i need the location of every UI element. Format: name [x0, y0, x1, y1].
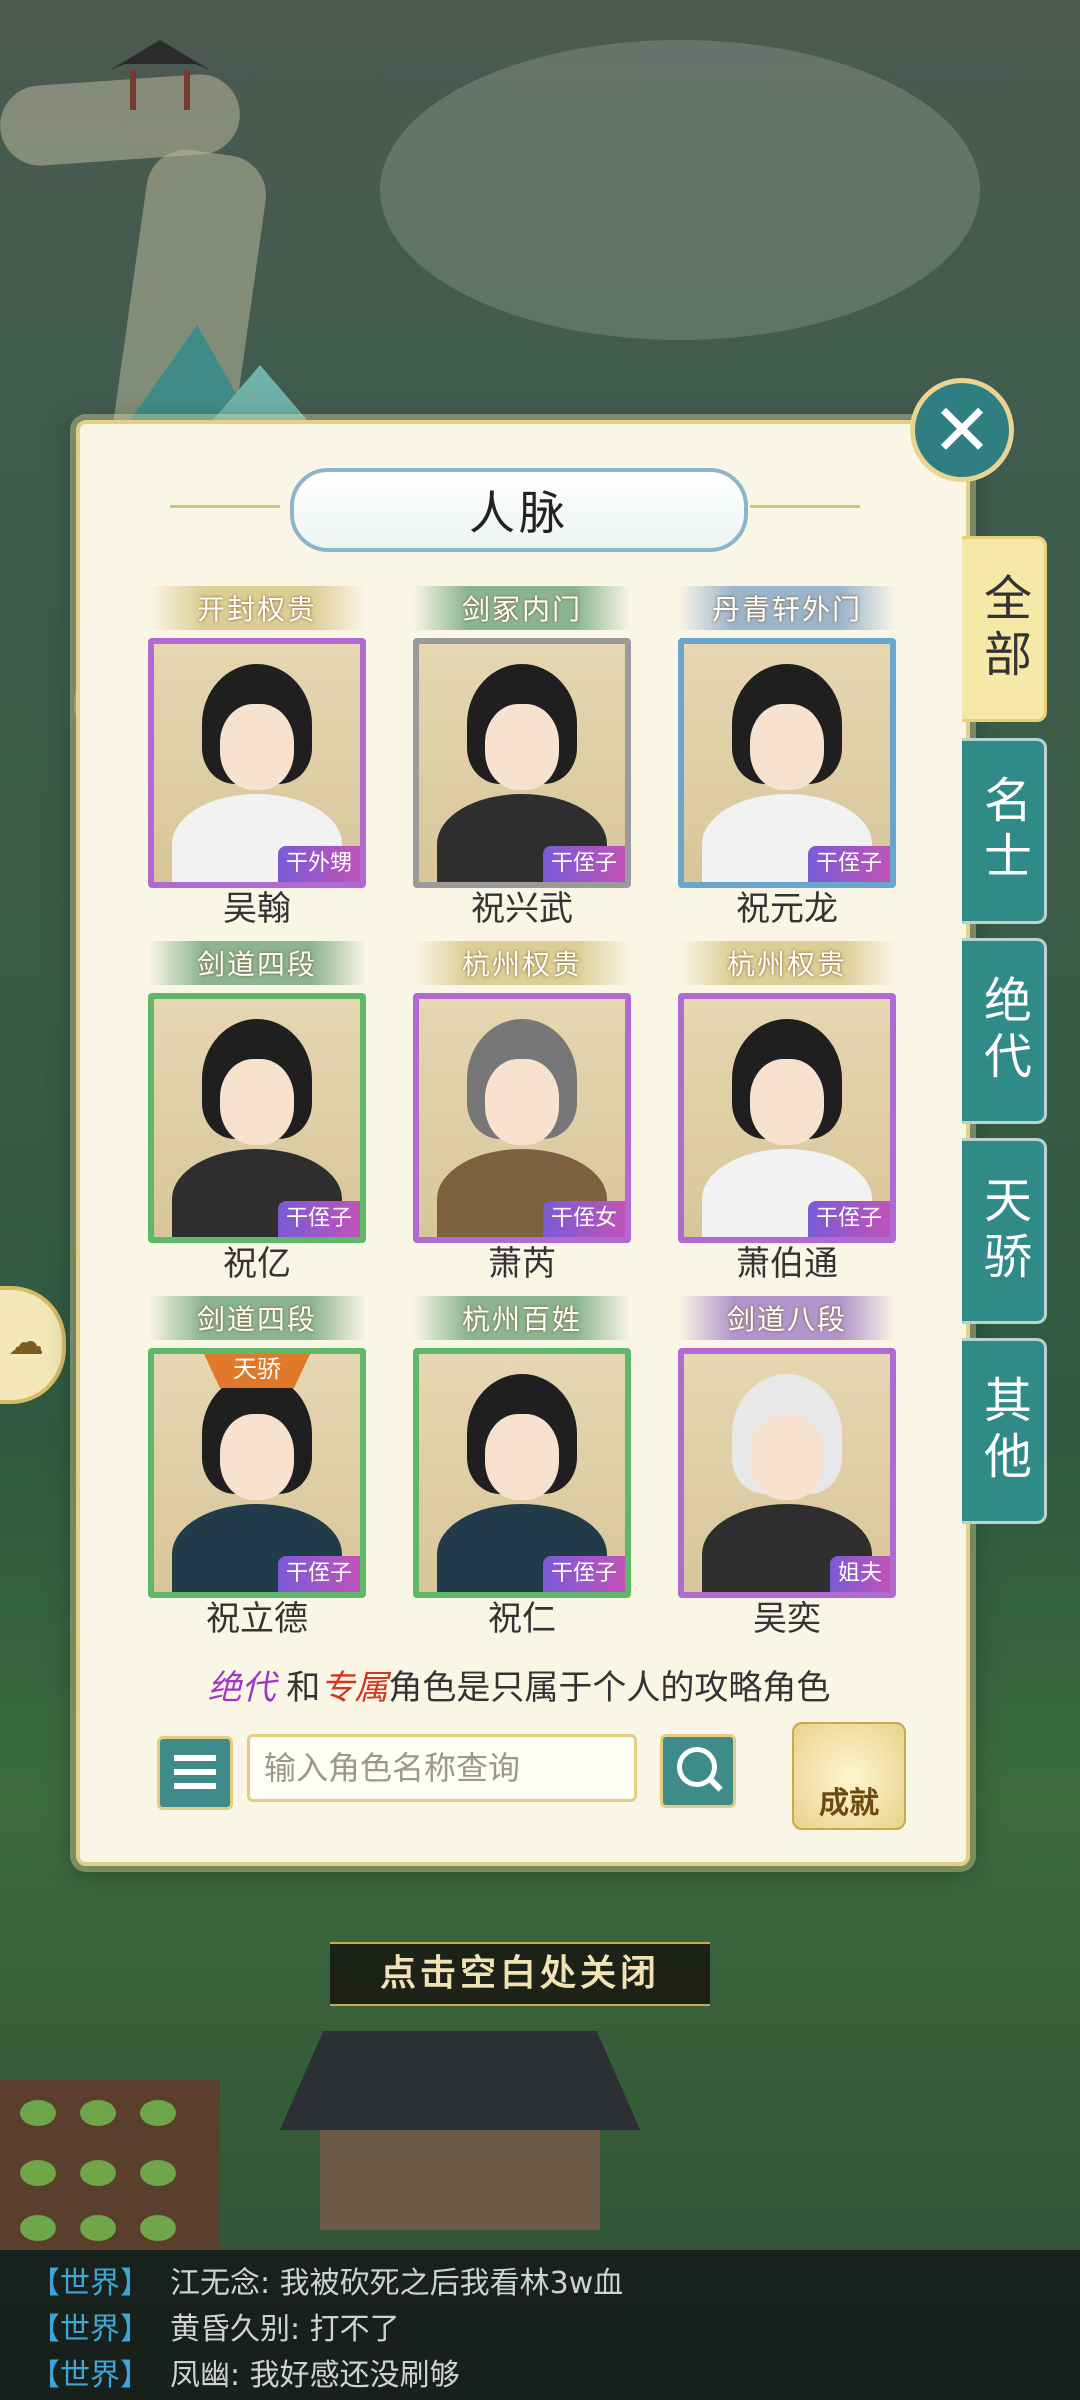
character-portrait: 干侄子	[148, 993, 366, 1243]
farm-plot	[0, 2080, 220, 2250]
relation-badge: 干侄子	[542, 846, 625, 882]
title-divider-right	[750, 505, 860, 508]
chat-icon: ☁	[8, 1322, 44, 1363]
house-building	[280, 2000, 640, 2230]
tab-peerless[interactable]: 绝代	[962, 938, 1047, 1124]
modal-title-plate: 人脉	[290, 468, 748, 552]
close-icon: ✕	[931, 388, 993, 472]
mountain-decoration	[90, 315, 330, 435]
tab-famous[interactable]: 名士	[962, 738, 1047, 924]
character-portrait: 天骄 干侄子	[148, 1348, 366, 1598]
character-tag: 剑道八段	[678, 1296, 896, 1340]
character-name: 萧伯通	[736, 1244, 838, 1284]
chat-text: 凤幽: 我好感还没刷够	[170, 2358, 460, 2393]
chat-channel: 【世界】	[30, 2358, 150, 2393]
list-icon	[174, 1783, 216, 1789]
tab-all[interactable]: 全部	[962, 536, 1047, 722]
relation-badge: 干侄女	[542, 1201, 625, 1237]
character-name: 吴翰	[223, 889, 291, 929]
character-tag: 丹青轩外门	[678, 586, 896, 630]
tab-label: 全部	[975, 573, 1031, 685]
relation-badge: 干外甥	[277, 846, 360, 882]
achievement-label: 成就	[819, 1786, 879, 1821]
character-tag: 杭州权贵	[413, 941, 631, 985]
tab-label: 其他	[975, 1375, 1031, 1487]
character-portrait: 干侄子	[413, 638, 631, 888]
world-chat-panel[interactable]: 【世界】 江无念: 我被砍死之后我看林3w血 【世界】 黄昏久别: 打不了 【世界】…	[0, 2250, 1080, 2400]
relation-badge: 干侄子	[807, 1201, 890, 1237]
achievement-button[interactable]: 成就	[792, 1722, 906, 1830]
character-name: 祝仁	[488, 1599, 556, 1639]
chat-line: 【世界】 凤幽: 我好感还没刷够	[30, 2350, 460, 2394]
character-name: 祝元龙	[736, 889, 838, 929]
modal-title: 人脉	[469, 486, 569, 540]
relation-badge: 干侄子	[277, 1201, 360, 1237]
role-note: 绝代 和专属角色是只属于个人的攻略角色	[76, 1660, 962, 1709]
note-and: 和	[286, 1668, 321, 1708]
chat-line: 【世界】 江无念: 我被砍死之后我看林3w血	[30, 2258, 623, 2302]
note-exclusive: 专属	[320, 1668, 389, 1708]
character-portrait: 干侄女	[413, 993, 631, 1243]
tab-label: 天骄	[975, 1175, 1031, 1287]
tab-label: 名士	[975, 775, 1031, 887]
character-name: 祝亿	[223, 1244, 291, 1284]
note-peerless: 绝代	[207, 1668, 276, 1708]
character-tag: 杭州百姓	[413, 1296, 631, 1340]
chat-bubble-button[interactable]: ☁	[0, 1286, 66, 1404]
character-name: 吴奕	[753, 1599, 821, 1639]
character-tag: 剑道四段	[148, 1296, 366, 1340]
title-divider-left	[170, 505, 280, 508]
character-name: 祝兴武	[471, 889, 573, 929]
chat-line: 【世界】 黄昏久别: 打不了	[30, 2304, 400, 2348]
character-tag: 剑道四段	[148, 941, 366, 985]
tab-other[interactable]: 其他	[962, 1338, 1047, 1524]
character-tag: 开封权贵	[148, 586, 366, 630]
background-mist	[380, 40, 980, 340]
list-button[interactable]	[157, 1736, 233, 1810]
character-portrait: 干侄子	[413, 1348, 631, 1598]
list-icon	[174, 1769, 216, 1775]
character-tag: 剑冢内门	[413, 586, 631, 630]
relation-badge: 干侄子	[542, 1556, 625, 1592]
relation-badge: 干侄子	[807, 846, 890, 882]
tab-label: 绝代	[975, 975, 1031, 1087]
character-name: 萧芮	[488, 1244, 556, 1284]
relation-badge: 干侄子	[277, 1556, 360, 1592]
prodigy-badge: 天骄	[204, 1354, 310, 1388]
character-portrait: 干侄子	[678, 638, 896, 888]
character-portrait: 干侄子	[678, 993, 896, 1243]
close-button[interactable]: ✕	[910, 378, 1014, 482]
chat-channel: 【世界】	[30, 2312, 150, 2347]
list-icon	[174, 1755, 216, 1761]
character-portrait: 干外甥	[148, 638, 366, 888]
tab-prodigy[interactable]: 天骄	[962, 1138, 1047, 1324]
chat-text: 黄昏久别: 打不了	[170, 2312, 400, 2347]
search-button[interactable]	[660, 1734, 736, 1808]
character-name: 祝立德	[206, 1599, 308, 1639]
chat-text: 江无念: 我被砍死之后我看林3w血	[170, 2266, 624, 2301]
chat-channel: 【世界】	[30, 2266, 150, 2301]
relation-badge: 姐夫	[829, 1556, 890, 1592]
close-hint-text: 点击空白处关闭	[379, 1953, 660, 1994]
note-text: 角色是只属于个人的攻略角色	[388, 1668, 831, 1708]
pavilion-decoration	[110, 20, 210, 110]
character-portrait: 姐夫	[678, 1348, 896, 1598]
character-tag: 杭州权贵	[678, 941, 896, 985]
close-hint-banner[interactable]: 点击空白处关闭	[330, 1942, 710, 2006]
search-input[interactable]	[247, 1734, 637, 1802]
